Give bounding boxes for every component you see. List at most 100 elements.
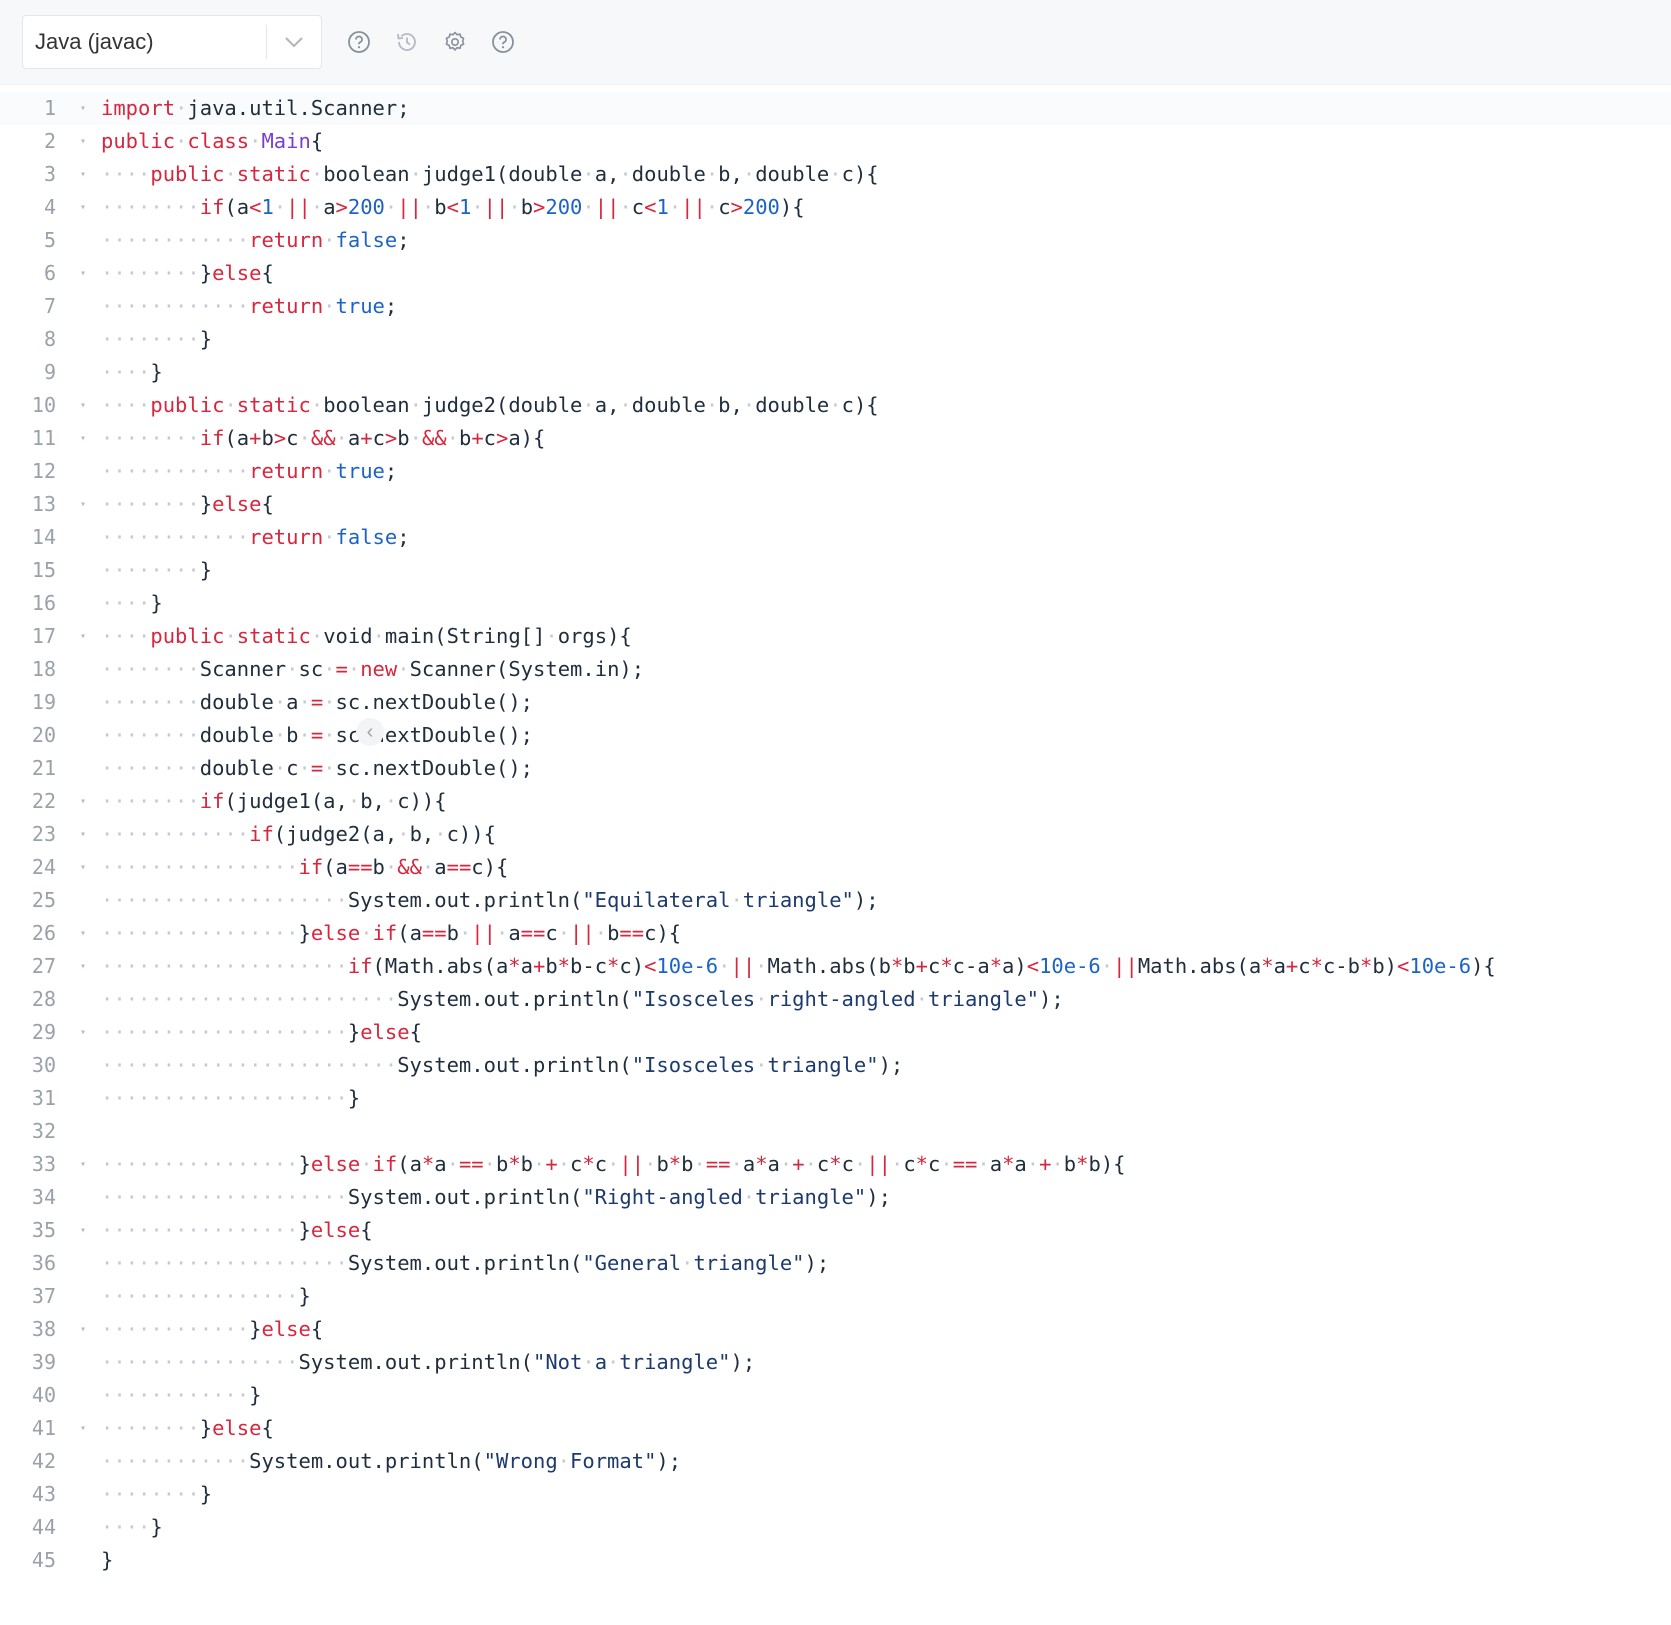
code-line[interactable]: 28 ························System.out.pri… <box>0 983 1671 1016</box>
fold-triangle-icon[interactable]: ▾ <box>80 488 90 521</box>
fold-triangle-icon[interactable]: ▾ <box>80 1214 90 1247</box>
code-line[interactable]: 1 ▾ import·java.util.Scanner; <box>0 92 1671 125</box>
code-line[interactable]: 25 ····················System.out.println… <box>0 884 1671 917</box>
code-editor[interactable]: 1 ▾ import·java.util.Scanner; 2 ▾ public·clas… <box>0 92 1671 1577</box>
line-number: 16 <box>31 591 56 615</box>
fold-triangle-icon[interactable]: ▾ <box>80 191 90 224</box>
code-line[interactable]: 45} <box>0 1544 1671 1577</box>
code-text: ········if(a+b>c·&&·a+c>b·&&·b+c>a){ <box>101 426 546 450</box>
code-text: ········Scanner·sc·=·new·Scanner(System.… <box>101 657 645 681</box>
fold-triangle-icon[interactable]: ▾ <box>80 422 90 455</box>
code-line[interactable]: 30 ························System.out.pri… <box>0 1049 1671 1082</box>
line-number: 12 <box>31 459 56 483</box>
code-line[interactable]: 38 ▾ ············}else{ <box>0 1313 1671 1346</box>
code-text: ············return·true; <box>101 459 398 483</box>
line-number: 27 <box>31 954 56 978</box>
code-text: ····} <box>101 1515 163 1539</box>
line-number: 42 <box>31 1449 56 1473</box>
chevron-down-icon[interactable] <box>267 36 321 48</box>
code-line[interactable]: 35 ▾ ················}else{ <box>0 1214 1671 1247</box>
fold-triangle-icon[interactable]: ▾ <box>80 785 90 818</box>
code-line[interactable]: 11 ▾ ········if(a+b>c·&&·a+c>b·&&·b+c>a){ <box>0 422 1671 455</box>
code-line[interactable]: 24 ▾ ················if(a==b·&&·a==c){ <box>0 851 1671 884</box>
line-number: 30 <box>31 1053 56 1077</box>
line-number: 39 <box>31 1350 56 1374</box>
code-line[interactable]: 44 ····} <box>0 1511 1671 1544</box>
code-line[interactable]: 40 ············} <box>0 1379 1671 1412</box>
code-line[interactable]: 12 ············return·true; <box>0 455 1671 488</box>
code-text: ········} <box>101 558 213 582</box>
code-text: ········double·a·=·sc.nextDouble(); <box>101 690 534 714</box>
code-line[interactable]: 42 ············System.out.println("Wrong·… <box>0 1445 1671 1478</box>
code-line[interactable]: 16 ····} <box>0 587 1671 620</box>
fold-triangle-icon[interactable]: ▾ <box>80 125 90 158</box>
code-line[interactable]: 18 ········Scanner·sc·=·new·Scanner(Syste… <box>0 653 1671 686</box>
code-line[interactable]: 7 ············return·true; <box>0 290 1671 323</box>
fold-triangle-icon[interactable]: ▾ <box>80 1148 90 1181</box>
code-line[interactable]: 31 ····················} <box>0 1082 1671 1115</box>
fold-triangle-icon[interactable]: ▾ <box>80 1313 90 1346</box>
code-text: ····public·static·void·main(String[]·org… <box>101 624 632 648</box>
code-line[interactable]: 34 ····················System.out.println… <box>0 1181 1671 1214</box>
line-number: 26 <box>31 921 56 945</box>
code-line[interactable]: 41 ▾ ········}else{ <box>0 1412 1671 1445</box>
fold-triangle-icon[interactable]: ▾ <box>80 950 90 983</box>
code-line[interactable]: 2 ▾ public·class·Main{ <box>0 125 1671 158</box>
code-line[interactable]: 20 ········double·b·=·sc.nextDouble(); <box>0 719 1671 752</box>
help-circle-icon[interactable] <box>346 29 372 55</box>
code-line[interactable]: 4 ▾ ········if(a<1·||·a>200·||·b<1·||·b>20… <box>0 191 1671 224</box>
line-number: 17 <box>31 624 56 648</box>
line-number: 14 <box>31 525 56 549</box>
code-line[interactable]: 26 ▾ ················}else·if(a==b·||·a==c… <box>0 917 1671 950</box>
fold-triangle-icon[interactable]: ▾ <box>80 818 90 851</box>
code-line[interactable]: 14 ············return·false; <box>0 521 1671 554</box>
code-line[interactable]: 5 ············return·false; <box>0 224 1671 257</box>
line-number: 10 <box>31 393 56 417</box>
fold-triangle-icon[interactable]: ▾ <box>80 851 90 884</box>
code-line[interactable]: 33 ▾ ················}else·if(a*a·==·b*b·+… <box>0 1148 1671 1181</box>
code-line[interactable]: 27 ▾ ····················if(Math.abs(a*a+b… <box>0 950 1671 983</box>
fold-triangle-icon[interactable]: ▾ <box>80 92 90 125</box>
line-number: 2 <box>43 129 56 153</box>
code-line[interactable]: 36 ····················System.out.println… <box>0 1247 1671 1280</box>
line-number: 7 <box>43 294 56 318</box>
language-select[interactable]: Java (javac) <box>22 15 322 69</box>
code-line[interactable]: 17 ▾ ····public·static·void·main(String[]·… <box>0 620 1671 653</box>
fold-triangle-icon[interactable]: ▾ <box>80 917 90 950</box>
line-number: 6 <box>43 261 56 285</box>
code-line[interactable]: 22 ▾ ········if(judge1(a,·b,·c)){ <box>0 785 1671 818</box>
code-line[interactable]: 32 <box>0 1115 1671 1148</box>
code-text: ························System.out.print… <box>101 987 1064 1011</box>
code-line[interactable]: 6 ▾ ········}else{ <box>0 257 1671 290</box>
code-line[interactable]: 29 ▾ ····················}else{ <box>0 1016 1671 1049</box>
code-line[interactable]: 8 ········} <box>0 323 1671 356</box>
code-line[interactable]: 19 ········double·a·=·sc.nextDouble(); <box>0 686 1671 719</box>
help-circle-icon[interactable] <box>490 29 516 55</box>
fold-triangle-icon[interactable]: ▾ <box>80 1412 90 1445</box>
fold-triangle-icon[interactable]: ▾ <box>80 620 90 653</box>
code-text: ························System.out.print… <box>101 1053 904 1077</box>
settings-gear-icon[interactable] <box>442 29 468 55</box>
fold-triangle-icon[interactable]: ▾ <box>80 158 90 191</box>
code-line[interactable]: 39 ················System.out.println("No… <box>0 1346 1671 1379</box>
code-line[interactable]: 9 ····} <box>0 356 1671 389</box>
code-line[interactable]: 10 ▾ ····public·static·boolean·judge2(doub… <box>0 389 1671 422</box>
code-text: ············}else{ <box>101 1317 324 1341</box>
code-line[interactable]: 13 ▾ ········}else{ <box>0 488 1671 521</box>
line-number: 38 <box>31 1317 56 1341</box>
history-icon[interactable] <box>394 29 420 55</box>
code-line[interactable]: 43 ········} <box>0 1478 1671 1511</box>
code-line[interactable]: 23 ▾ ············if(judge2(a,·b,·c)){ <box>0 818 1671 851</box>
code-line[interactable]: 37 ················} <box>0 1280 1671 1313</box>
fold-triangle-icon[interactable]: ▾ <box>80 389 90 422</box>
chevron-left-icon[interactable]: ‹ <box>356 718 384 746</box>
code-text: ····················System.out.println("… <box>101 1185 891 1209</box>
line-number: 37 <box>31 1284 56 1308</box>
fold-triangle-icon[interactable]: ▾ <box>80 1016 90 1049</box>
code-line[interactable]: 21 ········double·c·=·sc.nextDouble(); <box>0 752 1671 785</box>
line-number: 5 <box>43 228 56 252</box>
code-line[interactable]: 3 ▾ ····public·static·boolean·judge1(doubl… <box>0 158 1671 191</box>
fold-triangle-icon[interactable]: ▾ <box>80 257 90 290</box>
code-line[interactable]: 15 ········} <box>0 554 1671 587</box>
code-text: ········}else{ <box>101 261 274 285</box>
